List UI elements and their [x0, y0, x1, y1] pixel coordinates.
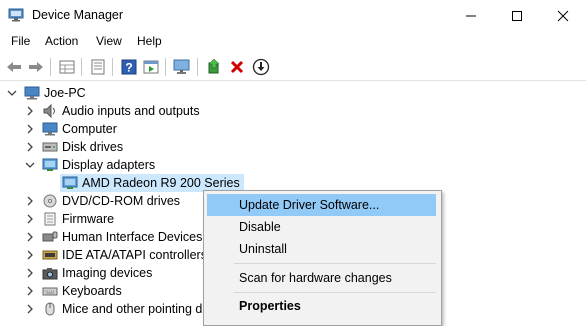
- properties-grid-icon[interactable]: [57, 57, 77, 77]
- context-menu: Update Driver Software... Disable Uninst…: [203, 190, 442, 326]
- computer-icon: [24, 86, 40, 100]
- tree-item-label: Keyboards: [62, 284, 122, 298]
- display-adapter-icon: [42, 158, 58, 172]
- tree-item-label: Display adapters: [62, 158, 156, 172]
- uninstall-x-icon[interactable]: [227, 57, 247, 77]
- chevron-right-icon[interactable]: [24, 195, 36, 207]
- chevron-right-icon[interactable]: [24, 231, 36, 243]
- tree-item-label: Firmware: [62, 212, 115, 226]
- ctx-item-label: Scan for hardware changes: [239, 271, 392, 285]
- ctx-separator: [234, 263, 436, 264]
- window-title: Device Manager: [32, 8, 124, 22]
- toolbar: ?: [0, 52, 586, 81]
- menu-bar: File Action View Help: [0, 31, 586, 51]
- ctx-item-label: Disable: [239, 220, 281, 234]
- ctx-scan-hardware[interactable]: Scan for hardware changes: [207, 267, 436, 289]
- help-icon[interactable]: ?: [119, 57, 139, 77]
- tree-item-label: Mice and other pointing d: [62, 302, 203, 316]
- menu-file[interactable]: File: [11, 34, 30, 48]
- disk-drive-icon: [42, 140, 58, 154]
- tree-item-imaging[interactable]: Imaging devices: [24, 264, 152, 282]
- chevron-right-icon[interactable]: [24, 213, 36, 225]
- tree-item-firmware[interactable]: Firmware: [24, 210, 114, 228]
- ctx-item-label: Update Driver Software...: [239, 198, 380, 212]
- scan-monitor-icon[interactable]: [172, 57, 192, 77]
- ctx-disable[interactable]: Disable: [207, 216, 436, 238]
- keyboard-icon: [42, 284, 58, 298]
- chevron-right-icon[interactable]: [24, 105, 36, 117]
- chevron-right-icon[interactable]: [24, 249, 36, 261]
- toolbar-separator: [165, 58, 166, 76]
- download-driver-icon[interactable]: [251, 57, 271, 77]
- maximize-button[interactable]: [494, 0, 540, 31]
- chevron-right-icon[interactable]: [24, 285, 36, 297]
- tree-item-label: Audio inputs and outputs: [62, 104, 200, 118]
- tree-item-label: DVD/CD-ROM drives: [62, 194, 181, 208]
- tree-item-label: Imaging devices: [62, 266, 153, 280]
- ctx-item-label: Uninstall: [239, 242, 287, 256]
- ctx-update-driver[interactable]: Update Driver Software...: [207, 194, 436, 216]
- mouse-icon: [42, 302, 58, 316]
- ide-controller-icon: [42, 248, 58, 262]
- menu-help[interactable]: Help: [137, 34, 162, 48]
- toolbar-separator: [197, 58, 198, 76]
- tree-item-keyboards[interactable]: Keyboards: [24, 282, 122, 300]
- chevron-right-icon[interactable]: [24, 141, 36, 153]
- menu-action[interactable]: Action: [45, 34, 78, 48]
- ctx-properties[interactable]: Properties: [207, 295, 436, 317]
- camera-icon: [42, 266, 58, 280]
- tree-root-label: Joe-PC: [44, 86, 86, 100]
- update-driver-icon[interactable]: [204, 57, 224, 77]
- toolbar-separator: [112, 58, 113, 76]
- back-arrow-icon[interactable]: [4, 57, 24, 77]
- chevron-down-icon[interactable]: [24, 159, 36, 171]
- toolbar-separator: [81, 58, 82, 76]
- chevron-right-icon[interactable]: [24, 123, 36, 135]
- tree-item-label: Human Interface Devices: [62, 230, 203, 244]
- tree-item-dvd[interactable]: DVD/CD-ROM drives: [24, 192, 180, 210]
- tree-item-label: Disk drives: [62, 140, 124, 154]
- ctx-item-label: Properties: [239, 299, 301, 313]
- tree-item-display-adapters[interactable]: Display adapters: [24, 156, 155, 174]
- details-list-icon[interactable]: [88, 57, 108, 77]
- tree-item-computer[interactable]: Computer: [24, 120, 117, 138]
- tree-item-mice[interactable]: Mice and other pointing d: [24, 300, 202, 318]
- tree-item-disk-drives[interactable]: Disk drives: [24, 138, 123, 156]
- close-button[interactable]: [540, 0, 586, 31]
- svg-text:?: ?: [125, 61, 132, 75]
- menu-view[interactable]: View: [96, 34, 122, 48]
- computer-icon: [42, 122, 58, 136]
- tree-item-label: Computer: [62, 122, 117, 136]
- tree-root[interactable]: Joe-PC: [6, 84, 86, 102]
- tree-item-ide[interactable]: IDE ATA/ATAPI controllers: [24, 246, 207, 264]
- chevron-right-icon[interactable]: [24, 303, 36, 315]
- display-adapter-icon: [62, 176, 78, 190]
- forward-arrow-icon[interactable]: [26, 57, 46, 77]
- tree-item-label: IDE ATA/ATAPI controllers: [62, 248, 207, 262]
- tree-item-label: AMD Radeon R9 200 Series: [82, 176, 240, 190]
- ctx-uninstall[interactable]: Uninstall: [207, 238, 436, 260]
- hid-icon: [42, 230, 58, 244]
- chevron-down-icon[interactable]: [6, 87, 18, 99]
- ctx-separator: [234, 292, 436, 293]
- firmware-icon: [42, 212, 58, 226]
- device-manager-icon: [8, 8, 24, 22]
- chevron-right-icon[interactable]: [24, 267, 36, 279]
- run-icon[interactable]: [141, 57, 161, 77]
- minimize-button[interactable]: [448, 0, 494, 31]
- speaker-icon: [42, 104, 58, 118]
- title-bar: Device Manager: [0, 0, 586, 31]
- toolbar-separator: [50, 58, 51, 76]
- dvd-icon: [42, 194, 58, 208]
- tree-item-audio[interactable]: Audio inputs and outputs: [24, 102, 200, 120]
- tree-item-hid[interactable]: Human Interface Devices: [24, 228, 202, 246]
